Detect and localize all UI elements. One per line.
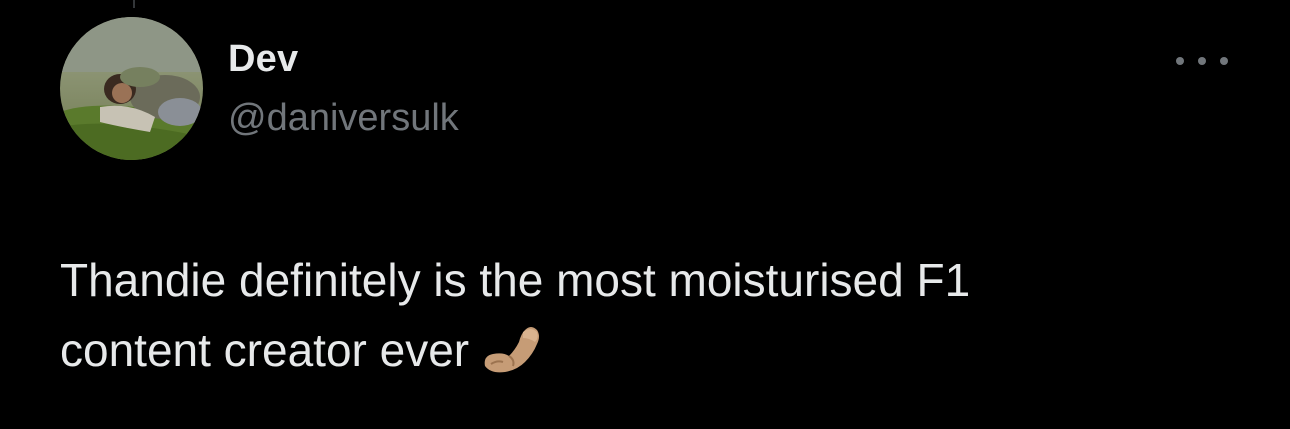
dot-icon <box>1220 57 1228 65</box>
tweet-text-line-2: content creator ever <box>60 315 1220 385</box>
author-avatar[interactable] <box>60 17 203 160</box>
tweet-text-line-2-text: content creator ever <box>60 324 470 376</box>
author-name[interactable]: Dev <box>228 38 298 81</box>
avatar-photo <box>60 17 203 160</box>
dot-icon <box>1198 57 1206 65</box>
author-handle[interactable]: @daniversulk <box>228 97 459 140</box>
tweet-text-line-1: Thandie definitely is the most moisturis… <box>60 254 971 306</box>
more-options-icon[interactable] <box>1176 46 1228 76</box>
tweet-text: Thandie definitely is the most moisturis… <box>60 245 1220 385</box>
thread-connector-line <box>133 0 135 8</box>
dot-icon <box>1176 57 1184 65</box>
pinched-fingers-emoji-icon <box>484 327 540 373</box>
